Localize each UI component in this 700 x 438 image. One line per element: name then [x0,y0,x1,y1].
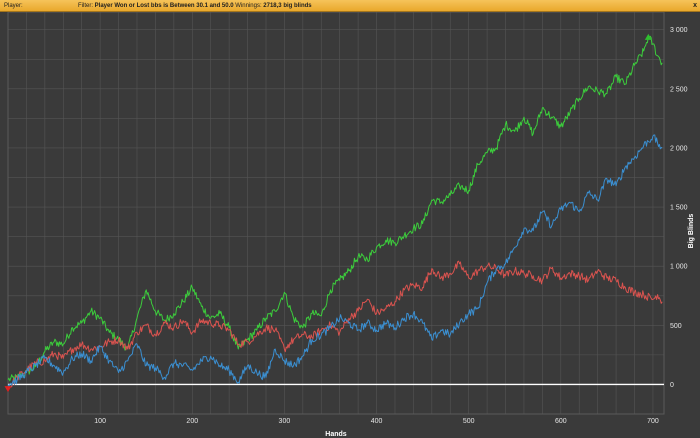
winnings-value: 2718,3 big blinds [263,3,312,9]
filter-info-bar: Player: Filter: Player Won or Lost bbs i… [0,0,700,12]
x-tick-label: 500 [463,418,475,425]
filter-text: Player Won or Lost bbs is Between 30.1 a… [94,3,234,9]
y-tick-label: 2 500 [670,86,688,93]
y-tick-label: 1 000 [670,264,688,271]
x-tick-label: 600 [555,418,567,425]
y-tick-label: 3 000 [670,27,688,34]
y-tick-label: 500 [670,323,682,330]
x-tick-label: 200 [186,418,198,425]
x-tick-label: 400 [371,418,383,425]
player-label: Player: [4,3,23,9]
y-tick-label: 2 000 [670,145,688,152]
winnings-graph: 100 200 300 400 500 600 700 0 500 1 000 1 500 2 000… [0,12,700,438]
filter-label: Filter: [78,3,93,9]
close-icon[interactable]: x [693,0,697,12]
y-tick-label: 0 [670,382,674,389]
x-tick-label: 300 [279,418,291,425]
x-tick-label: 700 [647,418,659,425]
x-axis-title: Hands [325,431,347,438]
filter-summary: Filter: Player Won or Lost bbs is Betwee… [78,0,312,12]
x-tick-label: 100 [94,418,106,425]
y-tick-label: 1 500 [670,205,688,212]
plot-background [0,12,700,438]
y-axis-title: Big Blinds [688,214,695,249]
winnings-label: Winnings: [235,3,262,9]
